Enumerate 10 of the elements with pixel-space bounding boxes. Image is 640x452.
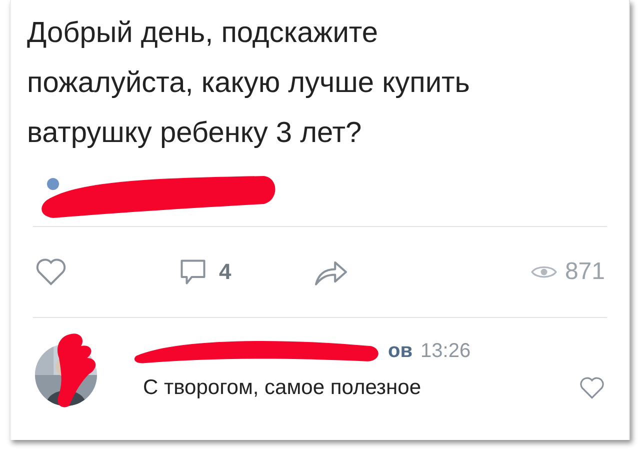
post-text: Добрый день, подскажите пожалуйста, какую лучше купить ватрушку ребенку 3 лет?	[26, 16, 471, 151]
comment-text: С творогом, самое полезное	[143, 376, 422, 400]
heart-icon[interactable]	[579, 376, 605, 400]
view-count: 871	[564, 258, 605, 286]
eye-icon	[530, 264, 557, 280]
author-name[interactable]: ов	[388, 340, 413, 363]
avatar-dot	[47, 178, 59, 190]
comment-time: 13:26	[420, 340, 471, 363]
comment-count: 4	[219, 259, 232, 285]
heart-icon[interactable]	[35, 257, 67, 287]
